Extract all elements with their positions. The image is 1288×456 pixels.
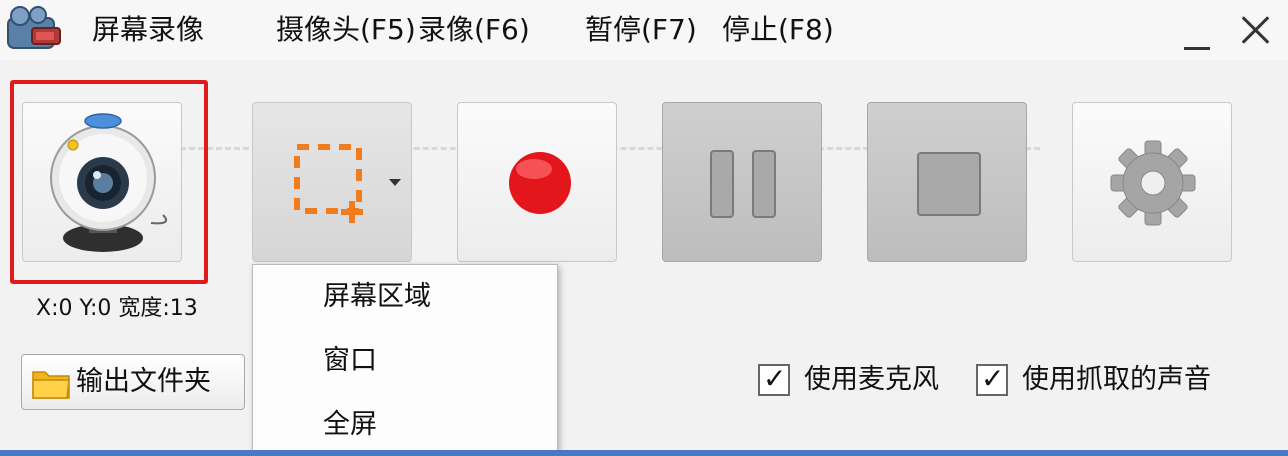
bottom-accent-bar (0, 450, 1288, 456)
use-capture-audio-checkbox[interactable]: ✓ (976, 362, 1008, 396)
output-folder-label: 输出文件夹 (76, 366, 211, 397)
pause-icon (710, 150, 776, 218)
chevron-down-icon (389, 179, 401, 186)
checkmark-icon: ✓ (763, 362, 787, 395)
menu-stop[interactable]: 停止(F8) (722, 12, 834, 48)
menu-item-screen-region[interactable]: 屏幕区域 (323, 279, 431, 315)
settings-button[interactable] (1072, 102, 1232, 262)
record-button[interactable] (457, 102, 617, 262)
app-title: 屏幕录像 (92, 13, 205, 46)
menu-camera[interactable]: 摄像头(F5) (276, 12, 416, 48)
menu-item-window[interactable]: 窗口 (323, 343, 377, 379)
output-folder-button[interactable]: 输出文件夹 (21, 354, 245, 410)
camcorder-icon (7, 6, 61, 49)
folder-icon (32, 371, 70, 399)
checkmark-icon: ✓ (981, 362, 1005, 395)
capture-area-button[interactable] (252, 102, 412, 262)
coordinates-readout: X:0 Y:0 宽度:13 (36, 296, 198, 321)
pause-button[interactable] (662, 102, 822, 262)
use-mic-label: 使用麦克风 (804, 364, 939, 395)
menu-record[interactable]: 录像(F6) (418, 12, 530, 48)
minimize-button[interactable] (1180, 10, 1214, 50)
stop-icon (917, 152, 981, 216)
capture-mode-menu: 屏幕区域 窗口 全屏 (252, 264, 558, 456)
record-icon (509, 152, 571, 214)
gear-icon (1110, 140, 1196, 226)
stop-button[interactable] (867, 102, 1027, 262)
menu-item-fullscreen[interactable]: 全屏 (323, 407, 377, 443)
title-bar: 屏幕录像 摄像头(F5) 录像(F6) 暂停(F7) 停止(F8) (0, 0, 1288, 60)
menu-pause[interactable]: 暂停(F7) (585, 12, 697, 48)
selection-highlight (10, 80, 208, 284)
use-capture-audio-label: 使用抓取的声音 (1022, 364, 1211, 395)
close-button[interactable] (1236, 10, 1276, 50)
use-mic-checkbox[interactable]: ✓ (758, 362, 790, 396)
